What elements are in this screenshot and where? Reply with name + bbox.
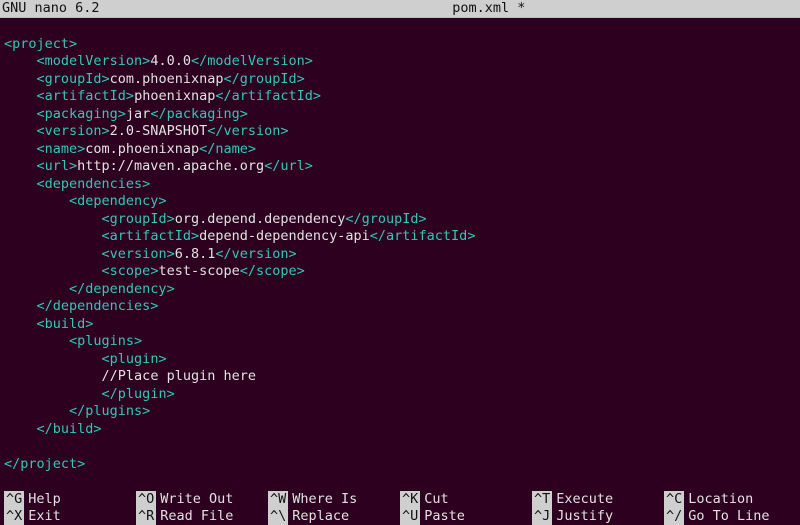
xml-tag: </plugins> [69,403,150,419]
shortcut-location[interactable]: ^CLocation [664,491,796,508]
xml-tag: <url> [37,158,78,174]
filename: pom.xml * [100,0,798,17]
xml-text: org.depend.dependency [175,211,346,227]
shortcut-justify[interactable]: ^JJustify [532,508,664,525]
xml-text: //Place plugin here [102,368,256,384]
shortcut-key: ^J [532,508,552,525]
shortcut-key: ^K [400,491,420,508]
xml-tag: <version> [37,123,110,139]
xml-tag: </plugin> [102,386,175,402]
xml-tag: </packaging> [150,106,248,122]
shortcut-row-1: ^GHelp ^OWrite Out ^WWhere Is ^KCut ^TEx… [0,491,800,508]
xml-tag: <build> [37,316,94,332]
shortcut-key: ^C [664,491,684,508]
xml-tag: <scope> [102,263,159,279]
shortcut-key: ^\ [268,508,288,525]
shortcut-cut[interactable]: ^KCut [400,491,532,508]
xml-text: test-scope [158,263,239,279]
shortcut-key: ^X [4,508,24,525]
shortcut-key: ^U [400,508,420,525]
shortcut-label: Help [28,491,61,508]
shortcut-key: ^R [136,508,156,525]
xml-tag: </scope> [240,263,305,279]
xml-tag: <artifactId> [102,228,200,244]
shortcut-label: Location [688,491,753,508]
shortcut-bar: ^GHelp ^OWrite Out ^WWhere Is ^KCut ^TEx… [0,491,800,525]
shortcut-label: Go To Line [688,508,769,525]
shortcut-label: Where Is [292,491,357,508]
xml-tag: <packaging> [37,106,126,122]
xml-tag: <plugin> [102,351,167,367]
xml-tag: <name> [37,141,86,157]
xml-tag: </artifactId> [370,228,476,244]
xml-text: http://maven.apache.org [77,158,264,174]
xml-tag: </dependency> [69,281,175,297]
shortcut-key: ^G [4,491,24,508]
shortcut-replace[interactable]: ^\Replace [268,508,400,525]
shortcut-label: Replace [292,508,349,525]
xml-tag: </version> [207,123,288,139]
xml-tag: </artifactId> [215,88,321,104]
xml-tag: </version> [215,246,296,262]
app-name: GNU nano 6.2 [2,0,100,17]
editor-content[interactable]: <project> <modelVersion>4.0.0</modelVers… [0,18,800,473]
xml-tag: <dependencies> [37,176,151,192]
xml-text: 6.8.1 [175,246,216,262]
xml-tag: </name> [199,141,256,157]
xml-tag: <groupId> [37,71,110,87]
shortcut-key: ^O [136,491,156,508]
xml-tag: </build> [37,421,102,437]
shortcut-label: Cut [424,491,448,508]
xml-tag: <plugins> [69,333,142,349]
shortcut-paste[interactable]: ^UPaste [400,508,532,525]
shortcut-whereis[interactable]: ^WWhere Is [268,491,400,508]
xml-text: com.phoenixnap [110,71,224,87]
shortcut-writeout[interactable]: ^OWrite Out [136,491,268,508]
xml-tag: </groupId> [345,211,426,227]
xml-text: 4.0.0 [150,53,191,69]
shortcut-key: ^/ [664,508,684,525]
xml-tag: </url> [264,158,313,174]
xml-text: depend-dependency-api [199,228,370,244]
shortcut-label: Read File [160,508,233,525]
shortcut-label: Justify [556,508,613,525]
shortcut-help[interactable]: ^GHelp [4,491,136,508]
shortcut-key: ^T [532,491,552,508]
shortcut-exit[interactable]: ^XExit [4,508,136,525]
shortcut-label: Write Out [160,491,233,508]
xml-text: com.phoenixnap [85,141,199,157]
xml-tag: <version> [102,246,175,262]
shortcut-label: Exit [28,508,61,525]
xml-tag: </dependencies> [37,298,159,314]
shortcut-label: Paste [424,508,465,525]
xml-text: phoenixnap [134,88,215,104]
xml-tag: <groupId> [102,211,175,227]
shortcut-gotoline[interactable]: ^/Go To Line [664,508,796,525]
xml-tag: <modelVersion> [37,53,151,69]
shortcut-label: Execute [556,491,613,508]
xml-tag: <artifactId> [37,88,135,104]
xml-tag: <project> [4,36,77,52]
xml-text: 2.0-SNAPSHOT [110,123,208,139]
shortcut-row-2: ^XExit ^RRead File ^\Replace ^UPaste ^JJ… [0,508,800,525]
shortcut-execute[interactable]: ^TExecute [532,491,664,508]
title-bar: GNU nano 6.2 pom.xml * [0,0,800,18]
xml-tag: </modelVersion> [191,53,313,69]
xml-tag: </groupId> [223,71,304,87]
xml-tag: </project> [4,456,85,472]
xml-tag: <dependency> [69,193,167,209]
shortcut-readfile[interactable]: ^RRead File [136,508,268,525]
shortcut-key: ^W [268,491,288,508]
xml-text: jar [126,106,150,122]
